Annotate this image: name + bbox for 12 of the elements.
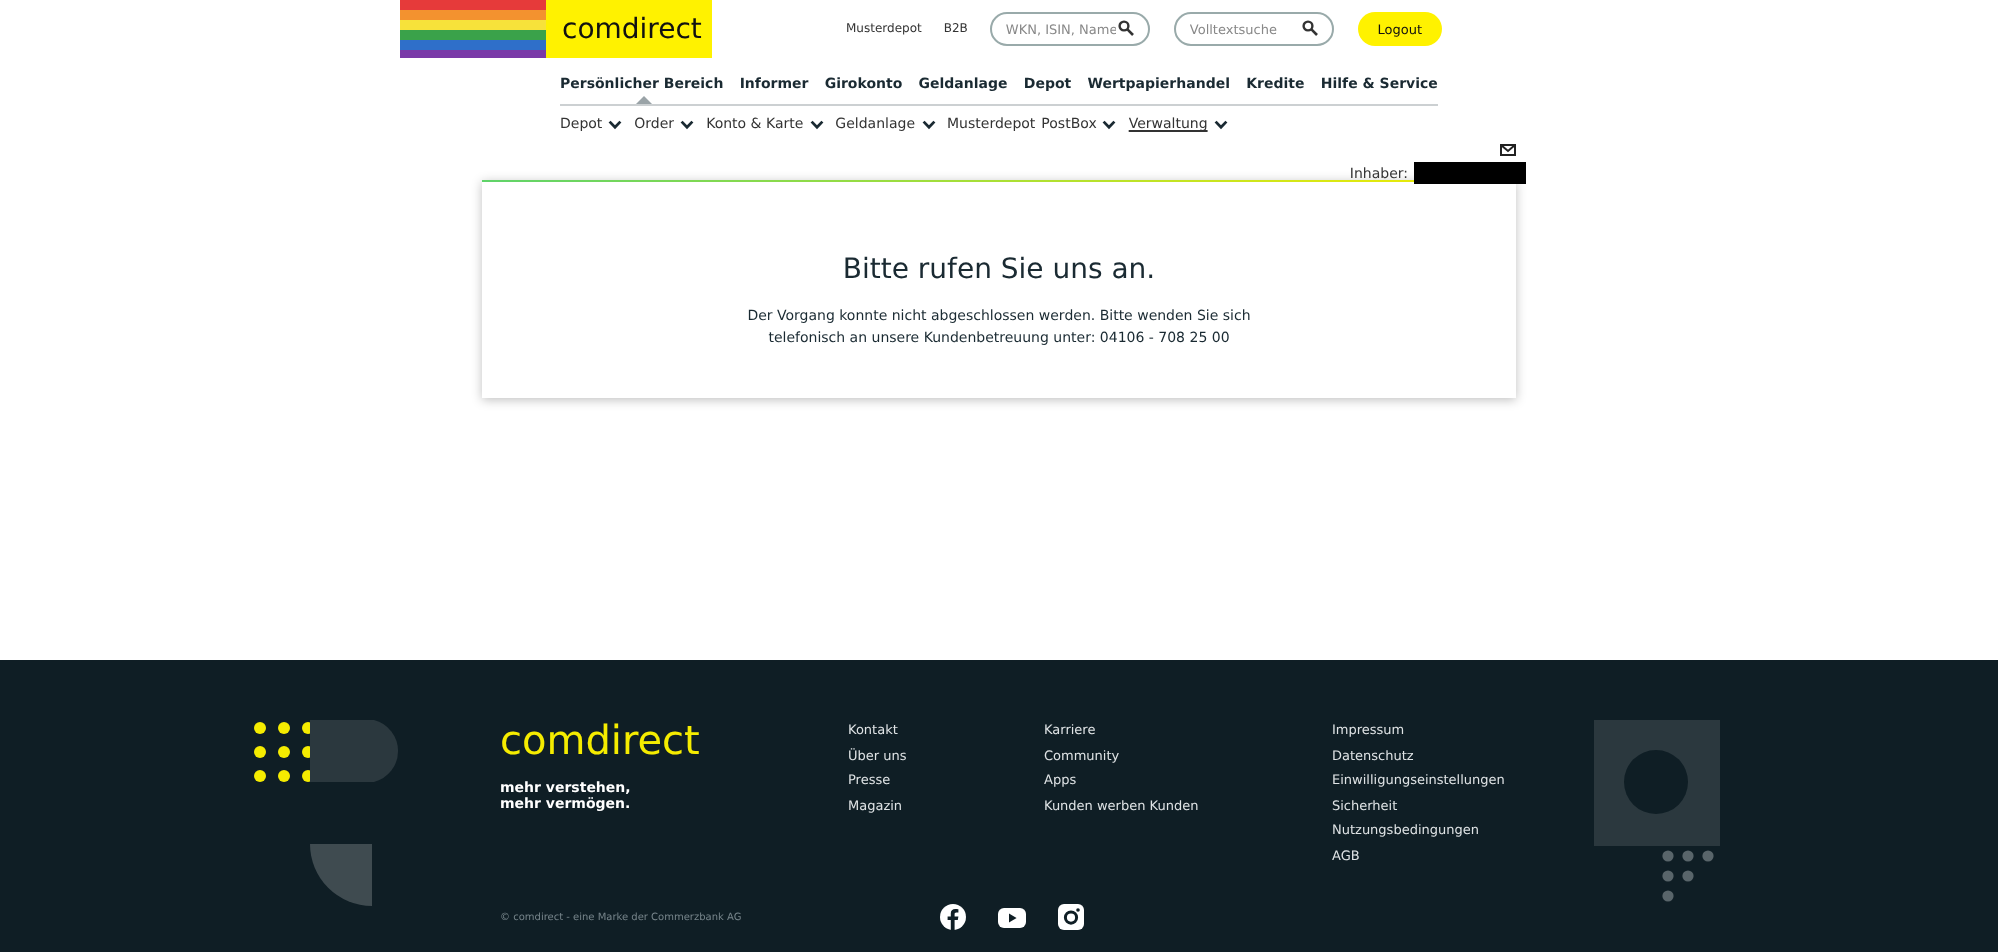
- mail-icon[interactable]: [1500, 144, 1516, 156]
- card-title: Bitte rufen Sie uns an.: [840, 254, 1158, 286]
- redacted-bar: [1414, 162, 1526, 184]
- pointer-icon: [635, 96, 652, 104]
- rainbow-flag-icon: [400, 0, 546, 58]
- facebook-icon[interactable]: [940, 904, 966, 930]
- search-icon: [1301, 20, 1318, 36]
- search-icon: [1117, 20, 1134, 36]
- youtube-icon[interactable]: [998, 907, 1026, 927]
- instagram-icon[interactable]: [1058, 904, 1084, 930]
- logo[interactable]: comdirect: [546, 0, 712, 58]
- footer-logo: comdirect: [500, 720, 702, 760]
